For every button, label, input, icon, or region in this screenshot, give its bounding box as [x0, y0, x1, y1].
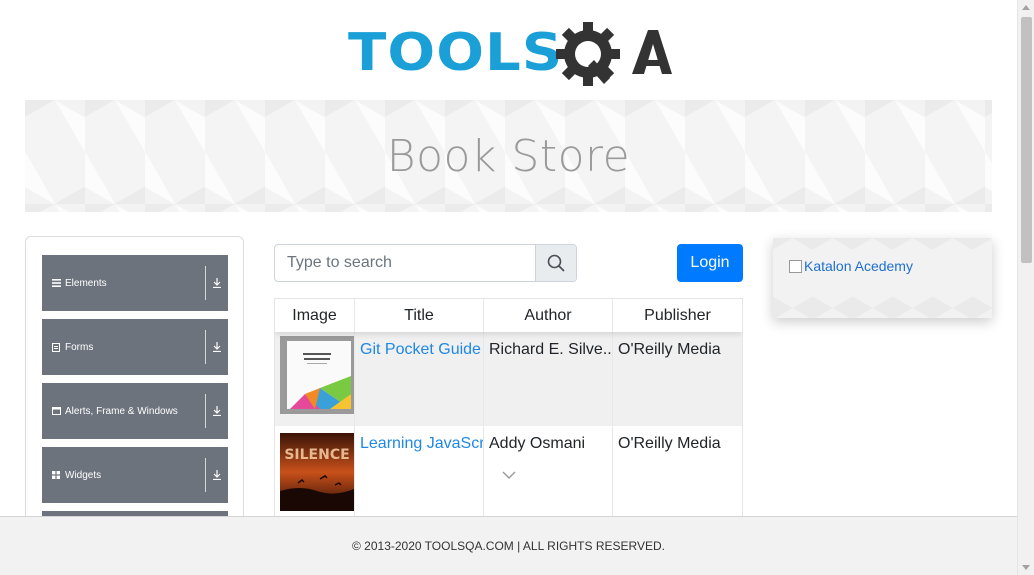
scroll-up-arrow-icon[interactable] — [1022, 5, 1030, 10]
logo-qa-gear-icon — [556, 22, 672, 86]
books-table: Image Title Author Publisher Git Pocket … — [274, 298, 743, 538]
download-arrow-icon[interactable] — [206, 470, 228, 480]
download-arrow-icon[interactable] — [206, 278, 228, 288]
menu-lines-icon — [51, 278, 61, 288]
table-header: Image Title Author Publisher — [275, 299, 742, 332]
book-title-link[interactable]: Learning JavaScript Design Patterns — [360, 435, 483, 452]
logo-text: TOOLS — [348, 23, 564, 83]
sidebar-group-label: Widgets — [65, 469, 102, 481]
sidebar-group-label: Elements — [65, 277, 107, 289]
search-box — [274, 244, 577, 282]
login-button[interactable]: Login — [677, 244, 743, 282]
search-button[interactable] — [535, 245, 576, 281]
sidebar-group-label: Forms — [65, 341, 94, 353]
page-banner: Book Store — [25, 100, 992, 212]
book-title-cell: Git Pocket Guide — [355, 332, 484, 426]
book-image-cell — [275, 332, 355, 426]
grid-icon — [51, 470, 61, 480]
book-author-cell: Richard E. Silve... — [484, 332, 613, 426]
book-author-text: Addy Osmani — [489, 435, 586, 452]
sidebar: Elements Forms Alerts, Frame & Windows W… — [25, 236, 244, 536]
footer-copyright: © 2013-2020 TOOLSQA.COM | ALL RIGHTS RES… — [352, 539, 665, 553]
form-icon — [51, 342, 61, 352]
sidebar-group-label: Alerts, Frame & Windows — [65, 405, 178, 417]
download-arrow-icon[interactable] — [206, 406, 228, 416]
chevron-down-icon[interactable] — [502, 471, 516, 480]
svg-text:SILENCE: SILENCE — [284, 447, 349, 463]
window-icon — [51, 406, 61, 416]
column-header-author[interactable]: Author — [484, 299, 613, 332]
column-header-title[interactable]: Title — [355, 299, 484, 332]
scroll-thumb[interactable] — [1021, 17, 1032, 263]
page-scrollbar[interactable] — [1017, 0, 1034, 575]
search-icon — [547, 254, 565, 272]
toolsqa-logo[interactable]: TOOLS — [348, 16, 672, 90]
ad-link[interactable]: Katalon Acedemy — [789, 258, 913, 274]
table-row: Git Pocket Guide Richard E. Silve... O'R… — [275, 332, 742, 426]
broken-image-icon — [789, 259, 802, 273]
sidebar-group-elements[interactable]: Elements — [42, 255, 228, 311]
book-cover-image: SILENCE — [280, 433, 354, 511]
column-header-image[interactable]: Image — [275, 299, 355, 332]
column-header-publisher[interactable]: Publisher — [613, 299, 742, 332]
sidebar-group-forms[interactable]: Forms — [42, 319, 228, 375]
sidebar-group-alerts-frame-windows[interactable]: Alerts, Frame & Windows — [42, 383, 228, 439]
book-publisher-cell: O'Reilly Media — [618, 341, 721, 358]
book-cover-image — [280, 336, 354, 414]
scroll-down-arrow-icon[interactable] — [1022, 565, 1030, 570]
search-input[interactable] — [275, 245, 535, 281]
sidebar-group-widgets[interactable]: Widgets — [42, 447, 228, 503]
ad-banner[interactable]: Katalon Acedemy — [773, 238, 992, 318]
page-title: Book Store — [386, 130, 631, 182]
ad-alt-text: Katalon Acedemy — [804, 258, 913, 274]
book-title-link[interactable]: Git Pocket Guide — [360, 341, 481, 358]
footer: © 2013-2020 TOOLSQA.COM | ALL RIGHTS RES… — [0, 516, 1017, 575]
download-arrow-icon[interactable] — [206, 342, 228, 352]
